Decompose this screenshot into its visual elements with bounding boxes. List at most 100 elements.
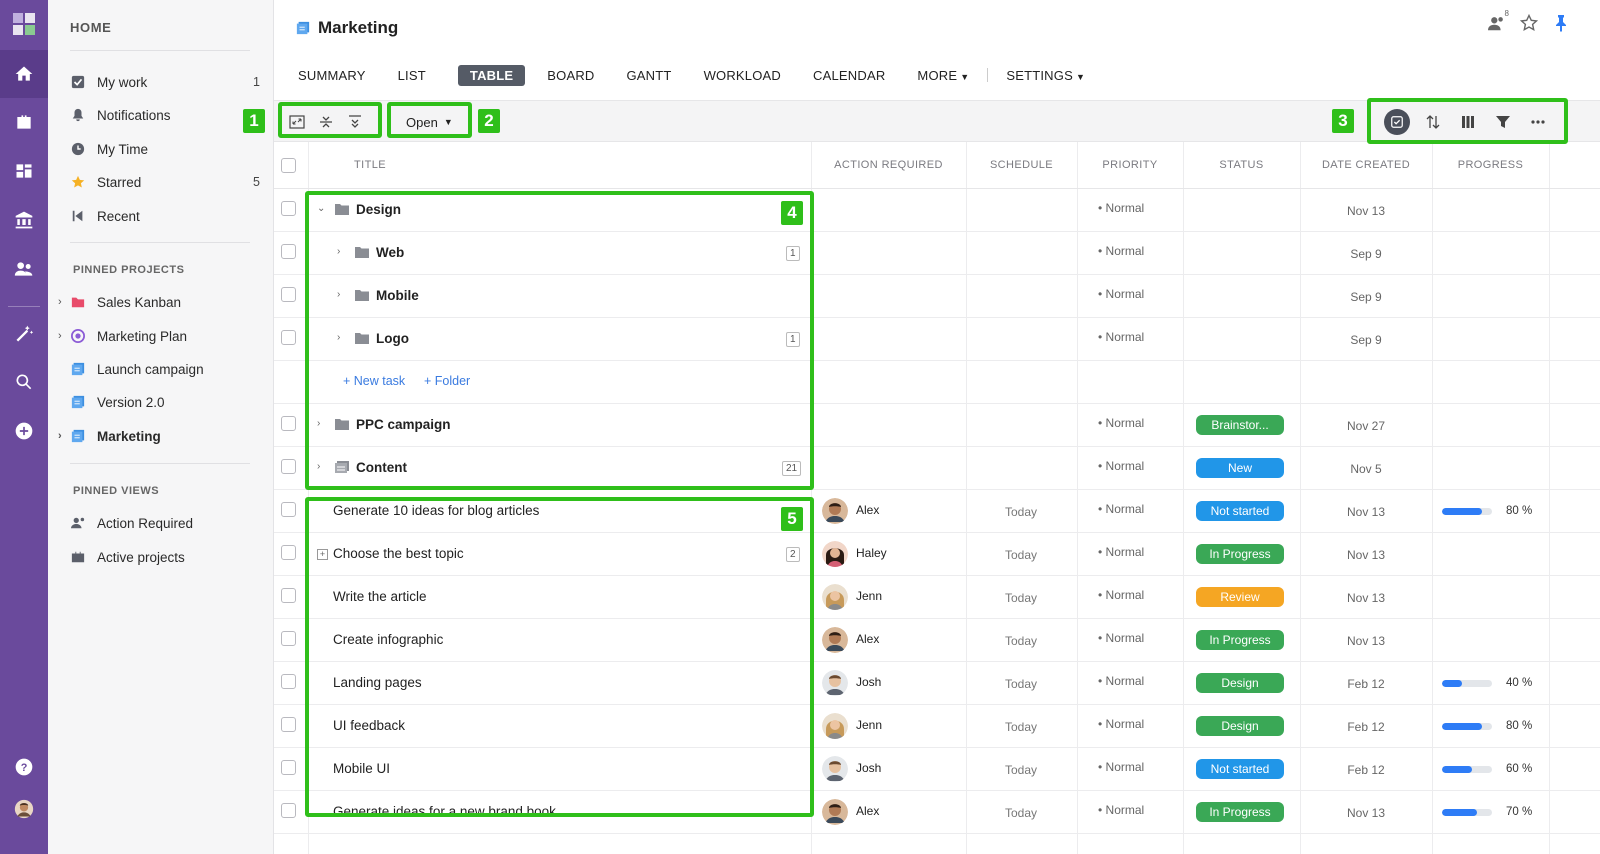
sidebar-item-my-work[interactable]: My work 1 <box>70 69 260 95</box>
priority-label: • Normal <box>1098 330 1145 344</box>
column-header-status[interactable]: STATUS <box>1183 159 1300 171</box>
sidebar-item-notifications[interactable]: Notifications <box>70 102 260 128</box>
avatar[interactable] <box>822 627 848 653</box>
row-checkbox[interactable] <box>281 416 296 431</box>
avatar[interactable] <box>822 584 848 610</box>
row-checkbox[interactable] <box>281 502 296 517</box>
tab-more[interactable]: MORE ▼ <box>917 68 969 83</box>
column-header-schedule[interactable]: SCHEDULE <box>966 159 1077 171</box>
members-icon[interactable]: 8 <box>1488 9 1509 35</box>
tab-workload[interactable]: WORKLOAD <box>704 68 781 83</box>
sidebar-divider <box>70 242 250 243</box>
help-icon[interactable]: ? <box>0 743 48 791</box>
column-header-action-required[interactable]: ACTION REQUIRED <box>811 159 966 171</box>
priority-label: • Normal <box>1098 459 1145 473</box>
pin-icon[interactable] <box>1552 14 1570 35</box>
briefcase-icon[interactable] <box>0 98 48 146</box>
annotation-label-4: 4 <box>781 201 803 225</box>
row-checkbox[interactable] <box>281 803 296 818</box>
status-badge[interactable]: Review <box>1196 587 1284 607</box>
date-created: Feb 12 <box>1347 763 1385 777</box>
tab-table[interactable]: TABLE <box>457 64 526 86</box>
app-logo-icon[interactable] <box>0 0 48 48</box>
status-badge[interactable]: Not started <box>1196 759 1284 779</box>
priority-label: • Normal <box>1098 588 1145 602</box>
priority-value: Normal <box>1105 631 1145 645</box>
user-avatar[interactable] <box>0 785 48 833</box>
target-icon <box>70 328 86 344</box>
avatar[interactable] <box>822 670 848 696</box>
sidebar-item-starred[interactable]: Starred 5 <box>70 169 260 195</box>
date-created: Nov 13 <box>1346 548 1386 562</box>
search-icon[interactable] <box>0 358 48 406</box>
row-checkbox[interactable] <box>281 674 296 689</box>
status-badge[interactable]: In Progress <box>1196 630 1284 650</box>
row-checkbox[interactable] <box>281 287 296 302</box>
tab-gantt[interactable]: GANTT <box>627 68 672 83</box>
sidebar-item-my-time[interactable]: My Time <box>70 136 260 162</box>
home-icon[interactable] <box>0 50 48 98</box>
column-header-progress[interactable]: PROGRESS <box>1432 159 1549 171</box>
star-icon[interactable] <box>1519 13 1539 35</box>
progress-fill <box>1442 809 1477 816</box>
row-checkbox[interactable] <box>281 760 296 775</box>
row-checkbox[interactable] <box>281 588 296 603</box>
status-badge[interactable]: Design <box>1196 716 1284 736</box>
row-checkbox[interactable] <box>281 244 296 259</box>
row-checkbox[interactable] <box>281 545 296 560</box>
priority-value: Normal <box>1105 717 1145 731</box>
chevron-right-icon[interactable]: › <box>58 296 62 308</box>
avatar[interactable] <box>822 799 848 825</box>
sidebar-item-label: Starred <box>97 174 142 190</box>
status-badge[interactable]: Design <box>1196 673 1284 693</box>
board-icon[interactable] <box>0 147 48 195</box>
svg-text:?: ? <box>21 762 28 774</box>
tab-list[interactable]: LIST <box>398 68 426 83</box>
avatar[interactable] <box>822 541 848 567</box>
column-header-priority[interactable]: PRIORITY <box>1077 159 1183 171</box>
annotation-label-1: 1 <box>243 109 265 133</box>
date-created: Nov 13 <box>1346 591 1386 605</box>
column-header-date-created[interactable]: DATE CREATED <box>1300 159 1432 171</box>
bank-icon[interactable] <box>0 196 48 244</box>
column-header-title[interactable]: TITLE <box>354 159 386 171</box>
sidebar-project-version-2[interactable]: Version 2.0 <box>70 389 260 415</box>
chevron-right-icon[interactable]: › <box>58 430 62 442</box>
row-checkbox[interactable] <box>281 330 296 345</box>
row-checkbox[interactable] <box>281 631 296 646</box>
tab-board[interactable]: BOARD <box>547 68 594 83</box>
home-heading[interactable]: HOME <box>70 20 111 35</box>
sidebar-project-marketing[interactable]: › Marketing <box>58 423 260 449</box>
sidebar-project-marketing-plan[interactable]: › Marketing Plan <box>58 323 260 349</box>
tab-calendar[interactable]: CALENDAR <box>813 68 885 83</box>
tab-settings[interactable]: SETTINGS ▼ <box>1006 68 1085 83</box>
avatar[interactable] <box>822 498 848 524</box>
status-badge[interactable]: New <box>1196 458 1284 478</box>
sidebar-project-sales-kanban[interactable]: › Sales Kanban <box>58 289 260 315</box>
avatar[interactable] <box>822 756 848 782</box>
briefcase-icon <box>70 549 86 565</box>
rewind-icon <box>70 208 86 224</box>
checkbox-icon <box>70 74 86 90</box>
add-icon[interactable] <box>0 407 48 455</box>
status-badge[interactable]: In Progress <box>1196 544 1284 564</box>
status-badge[interactable]: Brainstor... <box>1196 415 1284 435</box>
assignee-name: Alex <box>856 503 880 517</box>
row-checkbox[interactable] <box>281 717 296 732</box>
priority-label: • Normal <box>1098 545 1145 559</box>
magic-wand-icon[interactable] <box>0 310 48 358</box>
chevron-right-icon[interactable]: › <box>58 330 62 342</box>
row-checkbox[interactable] <box>281 201 296 216</box>
schedule-value: Today <box>1004 763 1038 777</box>
avatar[interactable] <box>822 713 848 739</box>
tab-summary[interactable]: SUMMARY <box>298 68 366 83</box>
users-icon[interactable] <box>0 245 48 293</box>
sidebar-view-active-projects[interactable]: Active projects <box>70 544 260 570</box>
select-all-checkbox[interactable] <box>281 158 296 173</box>
status-badge[interactable]: In Progress <box>1196 802 1284 822</box>
status-badge[interactable]: Not started <box>1196 501 1284 521</box>
sidebar-view-action-required[interactable]: Action Required <box>70 510 260 536</box>
sidebar-item-recent[interactable]: Recent <box>70 203 260 229</box>
row-checkbox[interactable] <box>281 459 296 474</box>
sidebar-project-launch-campaign[interactable]: Launch campaign <box>70 356 260 382</box>
